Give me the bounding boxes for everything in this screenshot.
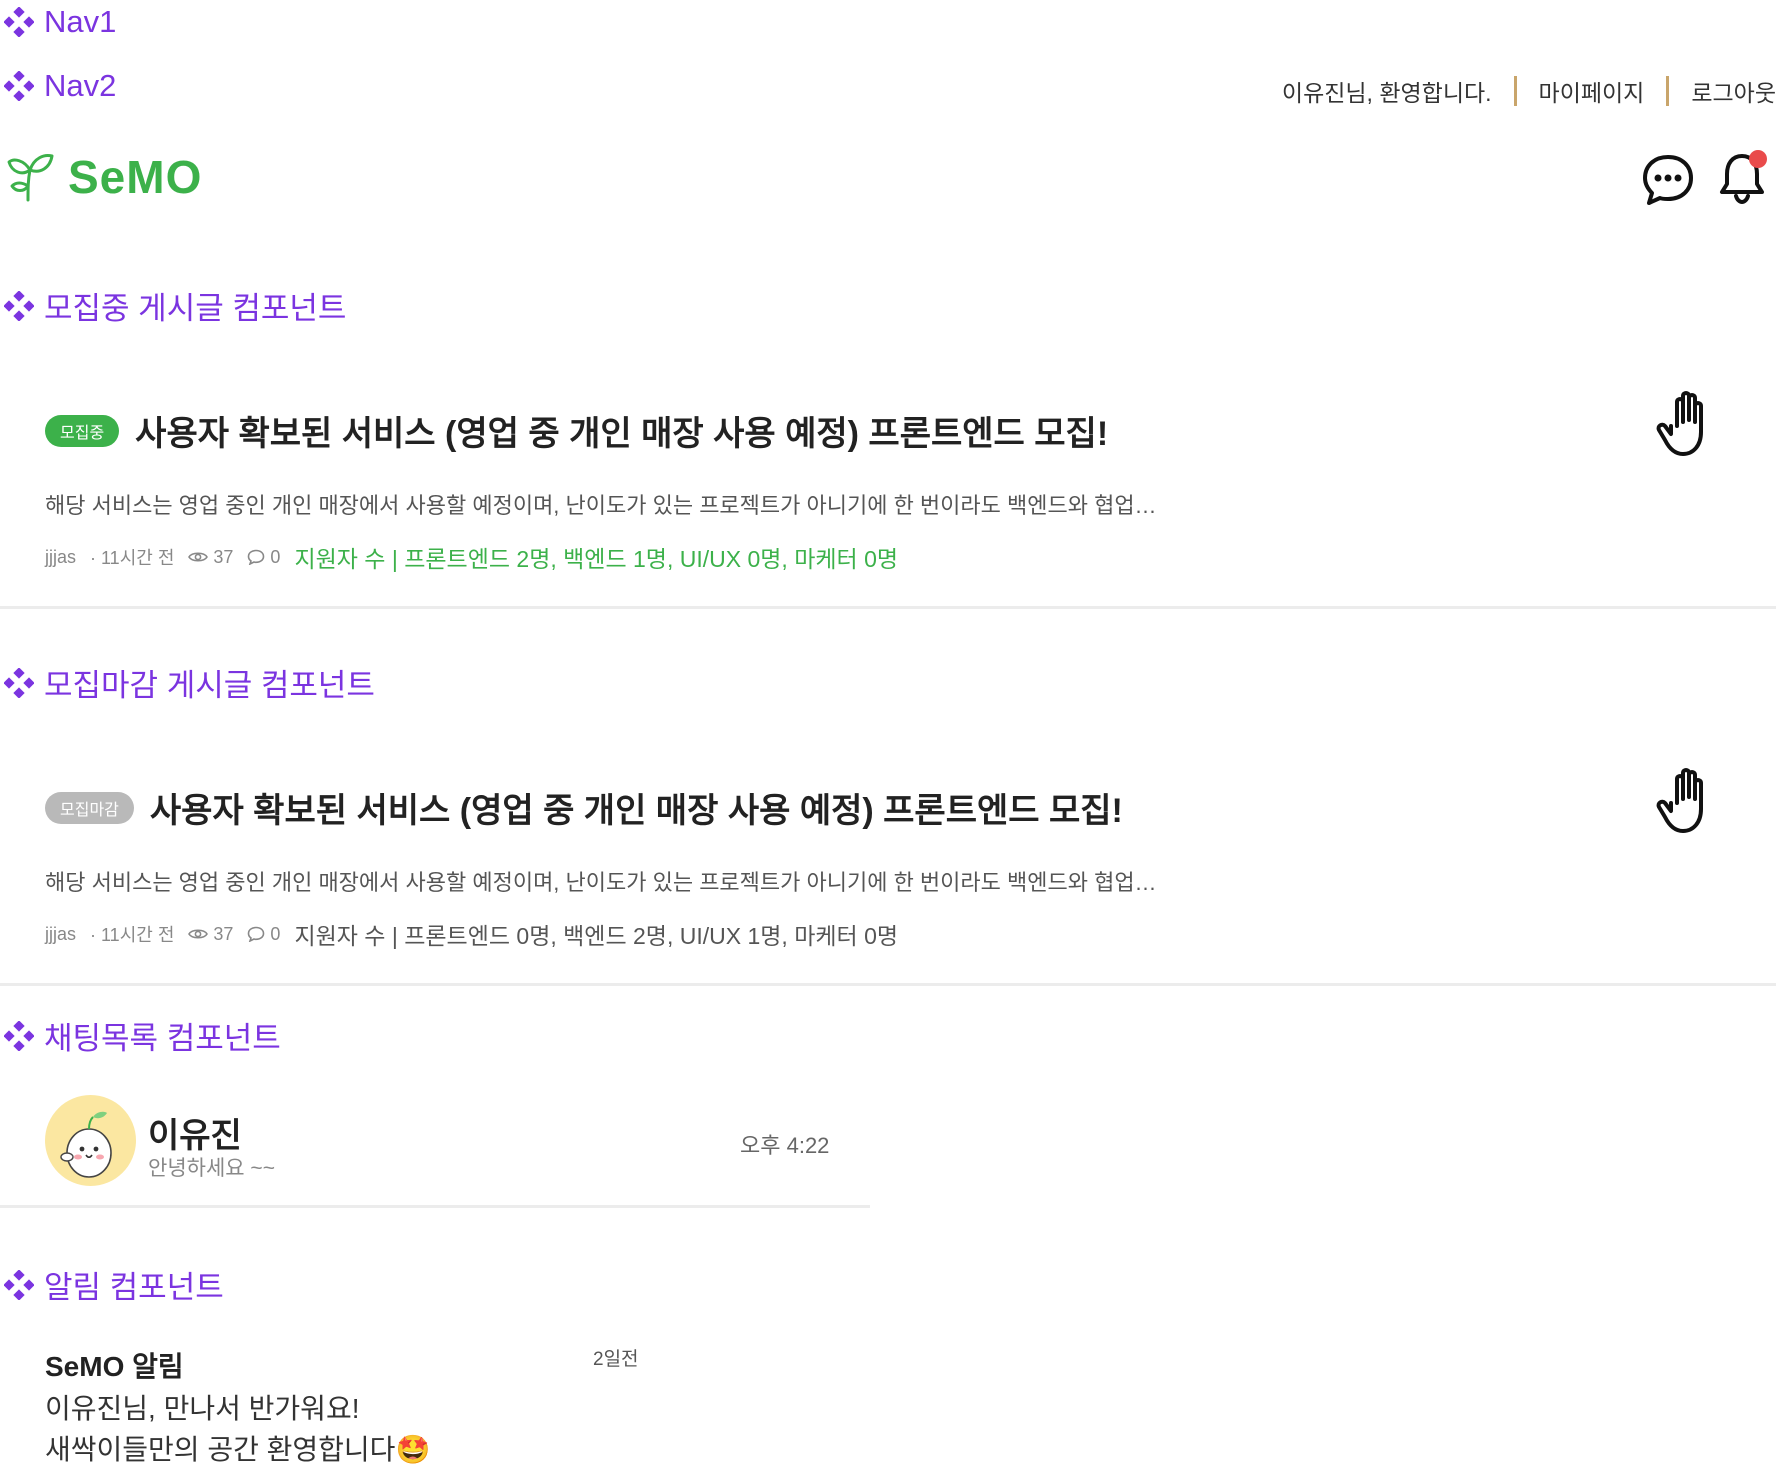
welcome-text: 이유진님, 환영합니다. (1281, 80, 1492, 106)
applicant-count: 지원자 수 | 프론트엔드 2명, 백엔드 1명, UI/UX 0명, 마케터 … (294, 546, 899, 572)
sprout-character-icon (60, 1111, 112, 1178)
view-count: 37 (188, 547, 233, 568)
post-title[interactable]: 사용자 확보된 서비스 (영업 중 개인 매장 사용 예정) 프론트엔드 모집! (150, 783, 1123, 832)
bell-icon (1720, 150, 1767, 205)
divider (1513, 76, 1517, 106)
eye-icon (188, 552, 209, 562)
notification-time: 2일전 (593, 1349, 639, 1370)
post-description: 해당 서비스는 영업 중인 개인 매장에서 사용할 예정이며, 난이도가 있는 … (45, 870, 1157, 895)
component-diamond-icon (4, 1269, 34, 1300)
nav2-label: Nav2 (4, 68, 116, 104)
comment-icon (248, 549, 265, 565)
component-diamond-icon (4, 290, 34, 321)
chat-list-label: 채팅목록 컴포넌트 (4, 1013, 281, 1058)
view-count: 37 (188, 924, 233, 945)
raised-hand-icon (1656, 768, 1703, 833)
apply-button[interactable] (1655, 765, 1725, 842)
component-diamond-icon (4, 7, 34, 37)
component-diamond-icon (4, 667, 34, 698)
recruiting-post-label: 모집중 게시글 컴포넌트 (4, 283, 346, 328)
chat-last-message: 안녕하세요 ~~ (148, 1157, 275, 1180)
closed-badge: 모집마감 (45, 791, 134, 824)
divider (0, 606, 1776, 609)
chat-time: 오후 4:22 (740, 1133, 830, 1158)
nav1-label: Nav1 (4, 4, 116, 40)
chat-partner-name[interactable]: 이유진 (148, 1108, 242, 1157)
post-author: jjjas (45, 923, 77, 944)
applicant-count: 지원자 수 | 프론트엔드 0명, 백엔드 2명, UI/UX 1명, 마케터 … (294, 923, 899, 949)
mypage-link[interactable]: 마이페이지 (1539, 74, 1645, 108)
notification-message: 새싹이들만의 공간 환영합니다🤩 (45, 1434, 431, 1464)
post-description: 해당 서비스는 영업 중인 개인 매장에서 사용할 예정이며, 난이도가 있는 … (45, 493, 1157, 518)
divider (0, 983, 1776, 986)
post-title-row[interactable]: 모집마감 사용자 확보된 서비스 (영업 중 개인 매장 사용 예정) 프론트엔… (45, 783, 1123, 832)
user-bar: 이유진님, 환영합니다. 마이페이지 로그아웃 (1282, 74, 1776, 108)
post-author: jjjas (45, 546, 77, 567)
logo-text: SeMO (68, 151, 203, 203)
post-time: · 11시간 전 (90, 548, 175, 568)
comment-icon (248, 926, 265, 942)
post-meta: jjjas · 11시간 전 37 0 지원자 수 | 프론트엔드 0명, 백엔… (45, 917, 898, 951)
component-diamond-icon (4, 1020, 34, 1051)
apply-button[interactable] (1655, 388, 1725, 465)
notification-label: 알림 컴포넌트 (4, 1262, 224, 1307)
closed-post-label: 모집마감 게시글 컴포넌트 (4, 660, 375, 705)
notification-message: 이유진님, 만나서 반가워요! (45, 1393, 360, 1424)
logout-link[interactable]: 로그아웃 (1691, 74, 1776, 108)
avatar[interactable] (45, 1095, 136, 1186)
notification-dot (1749, 150, 1767, 168)
post-title[interactable]: 사용자 확보된 서비스 (영업 중 개인 매장 사용 예정) 프론트엔드 모집! (135, 406, 1108, 455)
divider (0, 1205, 870, 1208)
post-time: · 11시간 전 (90, 925, 175, 945)
recruiting-badge: 모집중 (45, 414, 120, 447)
notification-title[interactable]: SeMO 알림 (45, 1345, 184, 1385)
comment-count: 0 (247, 547, 280, 568)
notification-button[interactable] (1714, 146, 1774, 211)
component-diamond-icon (4, 71, 34, 101)
chat-button[interactable] (1640, 152, 1696, 213)
eye-icon (188, 929, 209, 939)
logo[interactable]: SeMO (6, 150, 202, 204)
raised-hand-icon (1656, 391, 1703, 456)
sprout-logo-icon (7, 154, 54, 202)
divider (1666, 76, 1670, 106)
post-meta: jjjas · 11시간 전 37 0 지원자 수 | 프론트엔드 2명, 백엔… (45, 540, 898, 574)
comment-count: 0 (247, 924, 280, 945)
chat-bubble-icon (1643, 155, 1693, 205)
post-title-row[interactable]: 모집중 사용자 확보된 서비스 (영업 중 개인 매장 사용 예정) 프론트엔드… (45, 406, 1108, 455)
